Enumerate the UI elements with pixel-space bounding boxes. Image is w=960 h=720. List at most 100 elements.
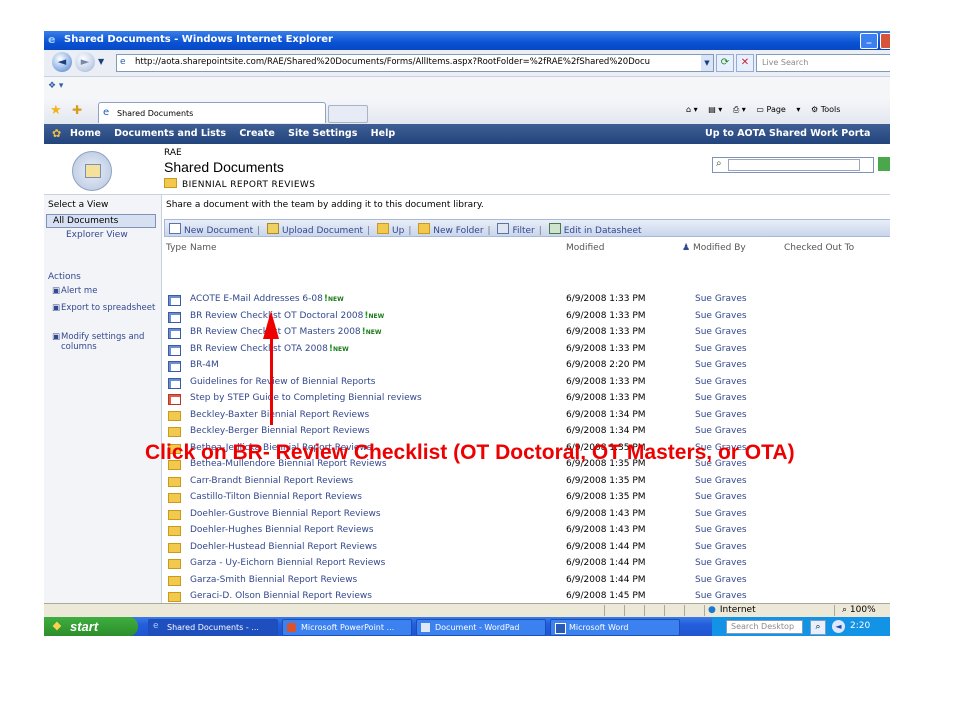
links-icon[interactable]: ❖ ▾ [48, 81, 63, 91]
tools-menu[interactable]: ⚙ Tools [811, 105, 848, 114]
edit-datasheet-button[interactable]: Edit in Datasheet [548, 223, 642, 236]
table-row[interactable]: Beckley-Berger Biennial Report Reviews 6/… [162, 424, 890, 440]
home-icon[interactable]: ⌂ ▾ [686, 105, 698, 114]
desktop-search-icon[interactable]: ⌕ [810, 620, 826, 635]
modified-by-link[interactable]: Sue Graves [695, 294, 747, 304]
document-name-link[interactable]: Doehler-Hustead Biennial Report Reviews [190, 542, 377, 552]
address-dropdown-icon[interactable]: ▼ [701, 55, 713, 71]
minimize-button[interactable]: _ [860, 33, 878, 49]
add-favorite-icon[interactable]: ✚ [72, 103, 82, 117]
folder-icon [168, 526, 181, 536]
taskbar-wordpad[interactable]: Document - WordPad [416, 619, 546, 636]
new-document-button[interactable]: New Document [169, 223, 253, 236]
document-name-link[interactable]: BR Review Checklist OTA 2008 [190, 344, 328, 354]
modified-by-link[interactable]: Sue Graves [695, 509, 747, 519]
modified-by-link[interactable]: Sue Graves [695, 426, 747, 436]
print-icon[interactable]: ⎙ ▾ [733, 105, 746, 114]
search-input[interactable] [728, 159, 860, 171]
nav-help[interactable]: Help [371, 128, 395, 139]
upload-document-button[interactable]: Upload Document [267, 223, 363, 236]
back-button[interactable]: ◄ [52, 52, 72, 72]
search-go-button[interactable] [878, 157, 890, 171]
taskbar-ie[interactable]: e Shared Documents - ... [148, 619, 278, 636]
history-dropdown-icon[interactable]: ▼ [98, 57, 104, 66]
document-name-link[interactable]: Beckley-Baxter Biennial Report Reviews [190, 410, 369, 420]
table-row[interactable]: Doehler-Gustrove Biennial Report Reviews… [162, 507, 890, 523]
action-export-spreadsheet[interactable]: ▣ Export to spreadsheet [52, 303, 157, 313]
live-search-input[interactable]: Live Search [756, 54, 890, 72]
document-name-link[interactable]: Beckley-Berger Biennial Report Reviews [190, 426, 370, 436]
table-row[interactable]: Garza-Smith Biennial Report Reviews 6/9/2… [162, 573, 890, 589]
view-explorer[interactable]: Explorer View [66, 230, 128, 240]
refresh-button[interactable]: ⟳ [716, 54, 734, 72]
table-row[interactable]: Carr-Brandt Biennial Report Reviews 6/9/2… [162, 474, 890, 490]
table-row[interactable]: Castillo-Tilton Biennial Report Reviews 6… [162, 490, 890, 506]
document-name-link[interactable]: Doehler-Hughes Biennial Report Reviews [190, 525, 374, 535]
view-all-documents[interactable]: All Documents [46, 214, 156, 228]
document-name-link[interactable]: BR-4M [190, 360, 219, 370]
favorites-star-icon[interactable]: ★ [50, 103, 62, 118]
nav-home[interactable]: Home [70, 128, 101, 139]
modified-by-link[interactable]: Sue Graves [695, 476, 747, 486]
column-type[interactable]: Type [166, 243, 187, 253]
modified-by-link[interactable]: Sue Graves [695, 377, 747, 387]
up-button[interactable]: Up [377, 223, 404, 236]
action-alert-me[interactable]: ▣ Alert me [52, 286, 157, 296]
modified-date: 6/9/2008 1:33 PM [566, 393, 646, 403]
document-name-link[interactable]: Castillo-Tilton Biennial Report Reviews [190, 492, 362, 502]
column-modified-by[interactable]: ♟ Modified By [682, 243, 746, 253]
modified-by-link[interactable]: Sue Graves [695, 327, 747, 337]
column-modified[interactable]: Modified [566, 243, 604, 253]
modified-by-link[interactable]: Sue Graves [695, 542, 747, 552]
modified-by-link[interactable]: Sue Graves [695, 393, 747, 403]
stop-button[interactable]: ✕ [736, 54, 754, 72]
actions-label: Actions [48, 272, 81, 282]
desktop-search-input[interactable]: Search Desktop [726, 620, 803, 634]
tab-shared-documents[interactable]: e Shared Documents [98, 102, 326, 123]
document-name-link[interactable]: Garza-Smith Biennial Report Reviews [190, 575, 357, 585]
modified-by-link[interactable]: Sue Graves [695, 492, 747, 502]
new-tab-button[interactable] [328, 105, 368, 123]
breadcrumb[interactable]: RAE [164, 148, 182, 158]
nav-create[interactable]: Create [239, 128, 275, 139]
start-button[interactable]: ❖ start [44, 617, 138, 636]
table-row[interactable]: Doehler-Hustead Biennial Report Reviews 6… [162, 540, 890, 556]
table-row[interactable]: Doehler-Hughes Biennial Report Reviews 6/… [162, 523, 890, 539]
column-checked-out-to[interactable]: Checked Out To [784, 243, 854, 253]
modified-by-link[interactable]: Sue Graves [695, 525, 747, 535]
modified-by-link[interactable]: Sue Graves [695, 591, 747, 601]
tray-expand-icon[interactable]: ◄ [832, 620, 845, 633]
page-menu[interactable]: ▭ Page ▾ [756, 105, 800, 114]
modified-by-link[interactable]: Sue Graves [695, 410, 747, 420]
tab-label: Shared Documents [117, 109, 194, 118]
modified-by-link[interactable]: Sue Graves [695, 360, 747, 370]
modified-by-link[interactable]: Sue Graves [695, 558, 747, 568]
document-name-link[interactable]: ACOTE E-Mail Addresses 6-08 [190, 294, 323, 304]
table-row[interactable]: ACOTE E-Mail Addresses 6-08!NEW 6/9/2008 … [162, 292, 890, 308]
filter-button[interactable]: Filter [497, 223, 535, 236]
document-name-link[interactable]: Step by STEP Guide to Completing Biennia… [190, 393, 422, 403]
document-name-link[interactable]: Carr-Brandt Biennial Report Reviews [190, 476, 353, 486]
feeds-icon[interactable]: ▤ ▾ [708, 105, 722, 114]
document-name-link[interactable]: Garza - Uy-Eichorn Biennial Report Revie… [190, 558, 385, 568]
action-modify-settings[interactable]: ▣ Modify settings and columns [52, 332, 157, 352]
zoom-level[interactable]: ⌕ 100% [842, 605, 876, 615]
document-name-link[interactable]: Geraci-D. Olson Biennial Report Reviews [190, 591, 372, 601]
forward-button[interactable]: ► [75, 52, 95, 72]
new-folder-button[interactable]: New Folder [418, 223, 484, 236]
document-name-link[interactable]: Guidelines for Review of Biennial Report… [190, 377, 375, 387]
taskbar-powerpoint[interactable]: Microsoft PowerPoint ... [282, 619, 412, 636]
portal-link[interactable]: Up to AOTA Shared Work Porta [705, 128, 870, 139]
column-name[interactable]: Name [190, 243, 217, 253]
taskbar-word[interactable]: Microsoft Word [550, 619, 680, 636]
address-bar[interactable]: e http://aota.sharepointsite.com/RAE/Sha… [116, 54, 714, 72]
table-row[interactable]: Garza - Uy-Eichorn Biennial Report Revie… [162, 556, 890, 572]
close-button[interactable] [880, 33, 890, 49]
modified-by-link[interactable]: Sue Graves [695, 344, 747, 354]
modified-by-link[interactable]: Sue Graves [695, 575, 747, 585]
modified-by-link[interactable]: Sue Graves [695, 311, 747, 321]
nav-site-settings[interactable]: Site Settings [288, 128, 357, 139]
document-name-link[interactable]: Doehler-Gustrove Biennial Report Reviews [190, 509, 381, 519]
folder-icon [168, 493, 181, 503]
nav-documents-and-lists[interactable]: Documents and Lists [114, 128, 226, 139]
